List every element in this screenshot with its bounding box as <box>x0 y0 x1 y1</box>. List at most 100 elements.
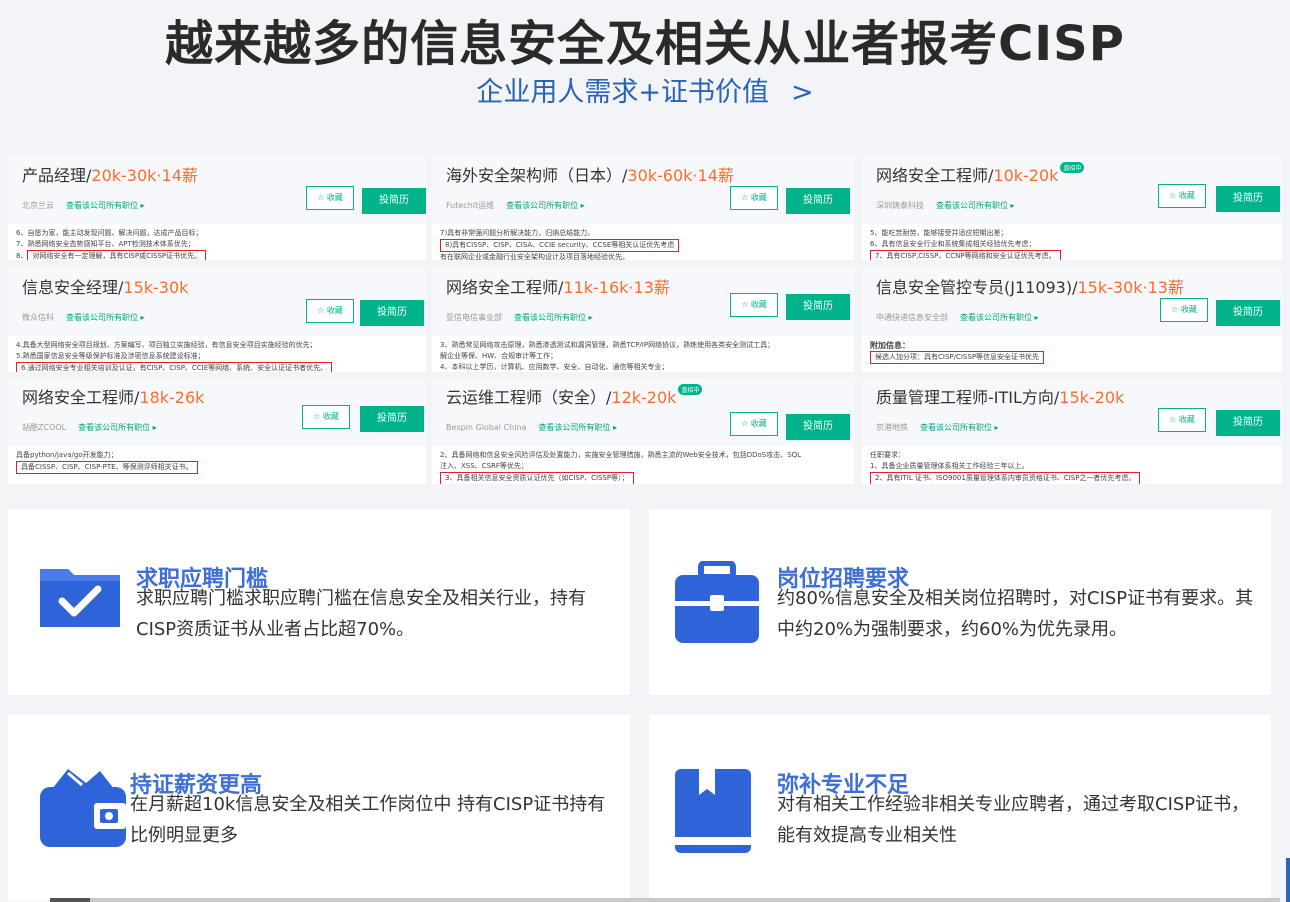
feature-text: 在月薪超10k信息安全及相关工作岗位中 持有CISP证书持有比例明显更多 <box>130 794 606 846</box>
job-description: 2、具备网络和信息安全风险评估及处置能力，实施安全管理措施，熟悉主流的Web安全… <box>440 450 848 484</box>
job-description: 附加信息： 候选人加分项：具有CISP/CISSP等信息安全证书优先 <box>870 340 1276 364</box>
favorite-button[interactable]: ☆ 收藏 <box>306 299 354 323</box>
apply-button[interactable]: 投简历 <box>362 188 426 214</box>
favorite-button[interactable]: ☆ 收藏 <box>730 186 778 210</box>
description-line: 6、自愿为家，能主动发现问题、解决问题，达成产品目标； <box>16 229 203 237</box>
favorite-label: 收藏 <box>322 412 339 421</box>
feature-text: 对有相关工作经验非相关专业应聘者，通过考取CISP证书，能有效提高专业相关性 <box>777 794 1250 846</box>
favorite-label: 收藏 <box>1178 191 1195 200</box>
job-title[interactable]: 信息安全管控专员(J11093)/15k-30k·13薪 <box>876 274 1184 298</box>
book-icon <box>673 767 753 859</box>
wallet-icon <box>38 767 128 853</box>
company-line: 京港地铁 查看该公司所有职位 ▸ <box>876 422 999 433</box>
job-title-text: 质量管理工程师-ITIL方向/ <box>876 388 1060 407</box>
feature-card: 岗位招聘要求 约80%信息安全及相关岗位招聘时，对CISP证书有要求。其中约20%… <box>649 509 1271 695</box>
company-jobs-link[interactable]: 查看该公司所有职位 ▸ <box>538 423 617 432</box>
highlight-row: 8、 对网络安全有一定理解，具有CISP或CISSP证书优先。 <box>16 250 420 260</box>
favorite-button[interactable]: ☆ 收藏 <box>1160 298 1208 322</box>
description-line: 7、熟悉网络安全态势感知平台、APT检测技术体系优先； <box>16 240 195 248</box>
side-tab[interactable] <box>1286 858 1290 902</box>
company-name: 北京兰云 <box>22 201 54 210</box>
company-jobs-link[interactable]: 查看该公司所有职位 ▸ <box>506 201 585 210</box>
job-salary: 20k-30k·14薪 <box>91 166 198 185</box>
job-description: 任职要求： 1、具备企业质量管理体系相关工作经验三年以上。 2、具有ITIL 证书、… <box>870 450 1276 484</box>
company-line: Futechit运维 查看该公司所有职位 ▸ <box>446 200 585 211</box>
description-line: 具备python/java/go开发能力； <box>16 451 118 459</box>
company-jobs-link[interactable]: 查看该公司所有职位 ▸ <box>66 201 145 210</box>
cert-requirement-highlight: 2、具有ITIL 证书、ISO9001质量管理体系内审员资格证书、CISP之一者… <box>870 472 1141 484</box>
cert-requirement-highlight: 8)具有CISSP、CISP、CISA、CCIE security、CCSE等相… <box>440 239 680 252</box>
job-title-text: 海外安全架构师（日本）/ <box>446 166 628 185</box>
favorite-button[interactable]: ☆ 收藏 <box>306 186 354 210</box>
job-title[interactable]: 产品经理/20k-30k·14薪 <box>22 162 198 186</box>
company-jobs-link[interactable]: 查看该公司所有职位 ▸ <box>920 423 999 432</box>
company-jobs-link[interactable]: 查看该公司所有职位 ▸ <box>960 313 1039 322</box>
company-jobs-link[interactable]: 查看该公司所有职位 ▸ <box>936 201 1015 210</box>
apply-button[interactable]: 投简历 <box>360 406 424 432</box>
company-jobs-link[interactable]: 查看该公司所有职位 ▸ <box>78 423 157 432</box>
job-title[interactable]: 网络安全工程师/11k-16k·13薪 <box>446 274 670 298</box>
favorite-button[interactable]: ☆ 收藏 <box>1158 184 1206 208</box>
cert-requirement-highlight: 3、具备相关信息安全资质认证优先（如CISP、CISSP等）； <box>440 472 634 484</box>
favorite-button[interactable]: ☆ 收藏 <box>1158 408 1206 432</box>
apply-button[interactable]: 投简历 <box>786 414 850 440</box>
company-line: 北京兰云 查看该公司所有职位 ▸ <box>22 200 145 211</box>
horizontal-scrollbar[interactable] <box>50 898 1280 902</box>
subtitle-link[interactable]: 企业用人需求+证书价值 > <box>0 70 1290 109</box>
job-salary: 12k-20k <box>611 388 677 407</box>
description-line: 3、熟悉常见网络攻击原理，熟悉渗透测试和漏洞管理，熟悉TCP/IP网络协议，熟练… <box>440 341 775 349</box>
company-name: Futechit运维 <box>446 201 495 210</box>
recruiting-badge: 直招中 <box>1060 162 1085 173</box>
favorite-label: 收藏 <box>1178 415 1195 424</box>
job-title-text: 信息安全经理/ <box>22 278 124 297</box>
feature-text: 约80%信息安全及相关岗位招聘时，对CISP证书有要求。其中约20%为强制要求，… <box>777 588 1254 640</box>
company-line: 中通快递信息安全部 查看该公司所有职位 ▸ <box>876 312 1039 323</box>
apply-button[interactable]: 投简历 <box>360 300 424 326</box>
subtitle-text: 企业用人需求+证书价值 <box>476 77 769 108</box>
job-card: 产品经理/20k-30k·14薪北京兰云 查看该公司所有职位 ▸ ☆ 收藏 投简历 6、… <box>8 156 426 260</box>
job-title[interactable]: 网络安全工程师/18k-26k <box>22 384 204 408</box>
job-title[interactable]: 云运维工程师（安全）/12k-20k 直招中 <box>446 384 703 408</box>
description-line: 5、能吃苦耐劳，能够接受并适应短期出差； <box>870 229 1008 237</box>
job-card: 网络安全工程师/18k-26k 站酷ZCOOL 查看该公司所有职位 ▸ ☆ 收藏 投简历… <box>8 378 426 484</box>
job-title[interactable]: 海外安全架构师（日本）/30k-60k·14薪 <box>446 162 734 186</box>
folder-check-icon <box>38 561 122 633</box>
feature-card: 求职应聘门槛 求职应聘门槛求职应聘门槛在信息安全及相关行业，持有CISP资质证书从… <box>8 509 630 695</box>
job-description: 7)具有非常强问题分析解决能力，归纳总结能力。 8)具有CISSP、CISP、CI… <box>440 228 848 260</box>
apply-button[interactable]: 投简历 <box>786 294 850 320</box>
apply-button[interactable]: 投简历 <box>1216 300 1280 326</box>
job-description: 6、自愿为家，能主动发现问题、解决问题，达成产品目标； 7、熟悉网络安全态势感知平… <box>16 228 420 260</box>
description-line: 5.熟悉国家信息安全等级保护标准及涉密信息系统建设标准； <box>16 352 205 360</box>
favorite-button[interactable]: ☆ 收藏 <box>730 293 778 317</box>
apply-button[interactable]: 投简历 <box>1216 410 1280 436</box>
company-jobs-link[interactable]: 查看该公司所有职位 ▸ <box>66 313 145 322</box>
star-icon: ☆ <box>741 300 749 309</box>
job-title[interactable]: 网络安全工程师/10k-20k 直招中 <box>876 162 1085 186</box>
job-salary: 11k-16k·13薪 <box>563 278 670 297</box>
favorite-label: 收藏 <box>750 300 767 309</box>
apply-button[interactable]: 投简历 <box>786 188 850 214</box>
favorite-button[interactable]: ☆ 收藏 <box>302 405 350 429</box>
job-salary: 15k-30k <box>123 278 189 297</box>
star-icon: ☆ <box>317 306 325 315</box>
description-line: 有在联网企业或金融行业安全架构设计及项目落地经验优先。 <box>440 253 629 260</box>
job-salary: 30k-60k·14薪 <box>627 166 734 185</box>
highlight-row: 2、具有ITIL 证书、ISO9001质量管理体系内审员资格证书、CISP之一者… <box>870 472 1276 484</box>
job-description: 3、熟悉常见网络攻击原理，熟悉渗透测试和漏洞管理，熟悉TCP/IP网络协议，熟练… <box>440 340 848 372</box>
recruiting-badge: 直招中 <box>678 384 703 395</box>
company-jobs-link[interactable]: 查看该公司所有职位 ▸ <box>514 313 593 322</box>
favorite-label: 收藏 <box>326 306 343 315</box>
apply-button[interactable]: 投简历 <box>1216 186 1280 212</box>
scrollbar-thumb[interactable] <box>50 898 90 902</box>
favorite-button[interactable]: ☆ 收藏 <box>730 412 778 436</box>
description-line: 6、具有信息安全行业和系统集成相关经验优先考虑； <box>870 240 1036 248</box>
job-description: 5、能吃苦耐劳，能够接受并适应短期出差； 6、具有信息安全行业和系统集成相关经验优… <box>870 228 1276 260</box>
company-name: 深圳铸泰科技 <box>876 201 924 210</box>
highlight-row: 6.通过网络安全专业相关培训及认证，有CISP、CISP、CCIE等网络、系统、… <box>16 362 420 372</box>
feature-card: 弥补专业不足 对有相关工作经验非相关专业应聘者，通过考取CISP证书，能有效提高专… <box>649 715 1271 901</box>
highlight-prefix: 8、 <box>16 252 28 260</box>
job-title[interactable]: 信息安全经理/15k-30k <box>22 274 188 298</box>
job-title[interactable]: 质量管理工程师-ITIL方向/15k-20k <box>876 384 1124 408</box>
description-line: 1、具备企业质量管理体系相关工作经验三年以上。 <box>870 462 1029 470</box>
job-title-text: 网络安全工程师/ <box>446 278 564 297</box>
